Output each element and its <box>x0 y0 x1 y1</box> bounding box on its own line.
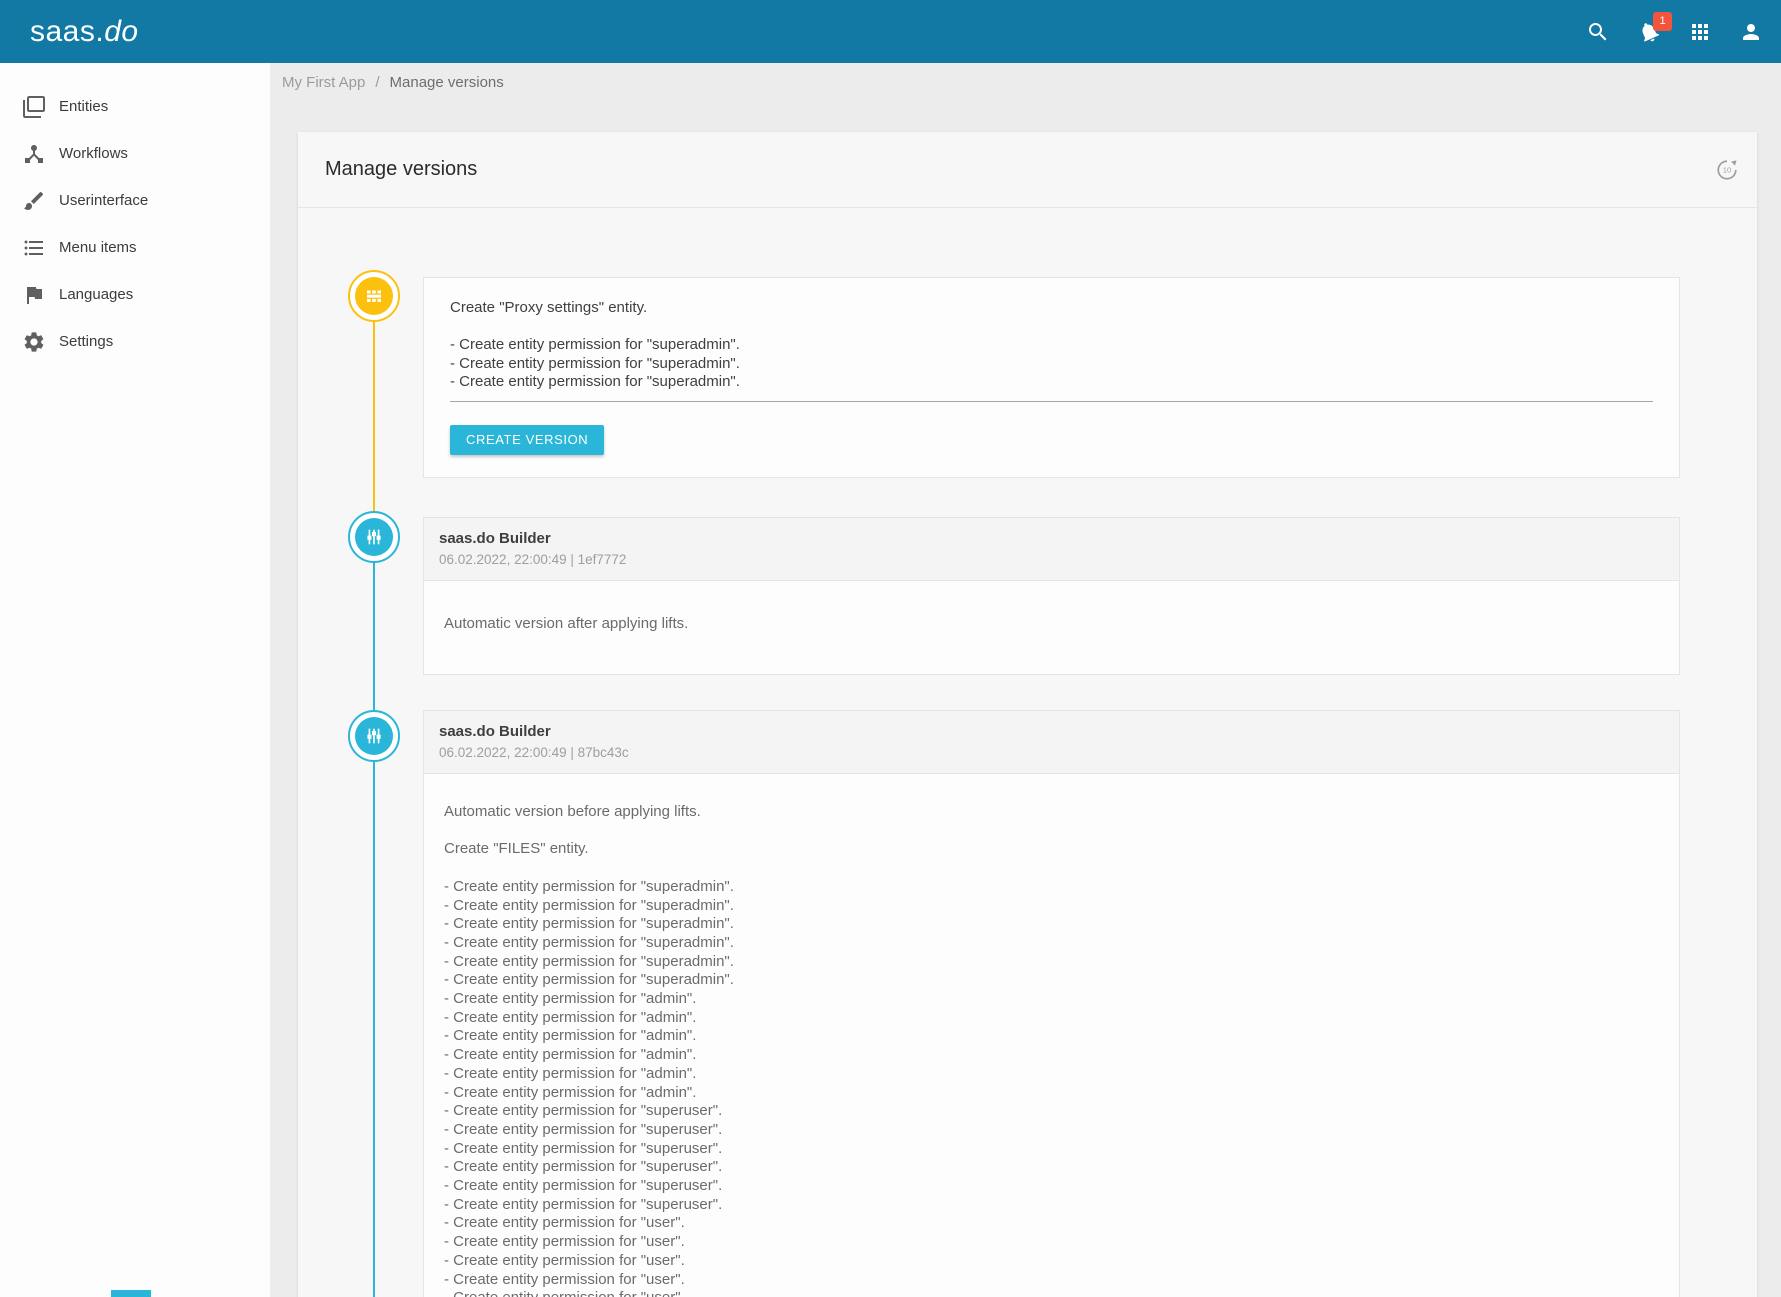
notifications-icon[interactable]: 1 <box>1637 20 1661 44</box>
create-version-button[interactable]: CREATE VERSION <box>450 425 604 455</box>
version-author: saas.do Builder <box>439 530 1663 547</box>
version-meta: 06.02.2022, 22:00:49 | 87bc43c <box>439 745 1663 760</box>
sidebar-item-label: Settings <box>59 333 113 350</box>
sidebar-item-userinterface[interactable]: Userinterface <box>0 177 270 224</box>
svg-text:10: 10 <box>1723 165 1731 174</box>
account-icon[interactable] <box>1739 20 1763 44</box>
sidebar-item-label: Entities <box>59 98 108 115</box>
timeline-node-version-1 <box>348 511 400 563</box>
sidebar-item-menu-items[interactable]: Menu items <box>0 224 270 271</box>
notification-badge: 1 <box>1653 12 1672 31</box>
languages-icon <box>22 283 46 307</box>
sidebar-item-label: Workflows <box>59 145 128 162</box>
workflows-icon <box>22 142 46 166</box>
table-icon <box>355 277 393 315</box>
breadcrumb-app-link[interactable]: My First App <box>282 74 365 91</box>
userinterface-icon <box>22 189 46 213</box>
settings-icon <box>22 330 46 354</box>
sidebar: Entities Workflows Userinterface Menu it… <box>0 63 270 1297</box>
partial-cutoff-element <box>111 1290 151 1297</box>
timeline-node-version-2 <box>348 710 400 762</box>
version-description-input[interactable]: Create "Proxy settings" entity. - Create… <box>450 299 1653 402</box>
breadcrumb-separator: / <box>375 74 379 91</box>
version-card-header: saas.do Builder 06.02.2022, 22:00:49 | 8… <box>424 711 1679 774</box>
sidebar-item-workflows[interactable]: Workflows <box>0 130 270 177</box>
tune-icon <box>355 518 393 556</box>
version-card: saas.do Builder 06.02.2022, 22:00:49 | 8… <box>423 710 1680 1297</box>
draft-version-card: Create "Proxy settings" entity. - Create… <box>423 277 1680 478</box>
app-logo[interactable]: saas.do <box>0 15 139 49</box>
timeline-node-draft <box>348 270 400 322</box>
auto-refresh-icon[interactable]: 10 <box>1713 156 1741 184</box>
sidebar-item-entities[interactable]: Entities <box>0 83 270 130</box>
sidebar-item-label: Menu items <box>59 239 137 256</box>
tune-icon <box>355 717 393 755</box>
topbar-actions: 1 <box>1586 20 1781 44</box>
breadcrumb: My First App / Manage versions <box>282 74 504 91</box>
version-card: saas.do Builder 06.02.2022, 22:00:49 | 1… <box>423 517 1680 675</box>
sidebar-item-settings[interactable]: Settings <box>0 318 270 365</box>
sidebar-item-languages[interactable]: Languages <box>0 271 270 318</box>
search-icon[interactable] <box>1586 20 1610 44</box>
breadcrumb-current: Manage versions <box>390 74 504 91</box>
sidebar-item-label: Userinterface <box>59 192 148 209</box>
page-title: Manage versions <box>325 158 477 181</box>
version-meta: 06.02.2022, 22:00:49 | 1ef7772 <box>439 552 1663 567</box>
entities-icon <box>22 95 46 119</box>
menu-items-icon <box>22 236 46 260</box>
version-author: saas.do Builder <box>439 723 1663 740</box>
card-header: Manage versions 10 <box>298 132 1757 208</box>
version-card-header: saas.do Builder 06.02.2022, 22:00:49 | 1… <box>424 518 1679 581</box>
sidebar-item-label: Languages <box>59 286 133 303</box>
version-body: Automatic version before applying lifts.… <box>424 774 1679 1297</box>
timeline-line-draft <box>373 296 375 511</box>
apps-grid-icon[interactable] <box>1688 20 1712 44</box>
version-body: Automatic version after applying lifts. <box>424 581 1679 664</box>
sidebar-menu: Entities Workflows Userinterface Menu it… <box>0 63 270 365</box>
timeline-line-versions <box>373 511 375 1297</box>
top-bar: saas.do 1 <box>0 0 1781 63</box>
manage-versions-card: Manage versions 10 <box>298 132 1757 1297</box>
